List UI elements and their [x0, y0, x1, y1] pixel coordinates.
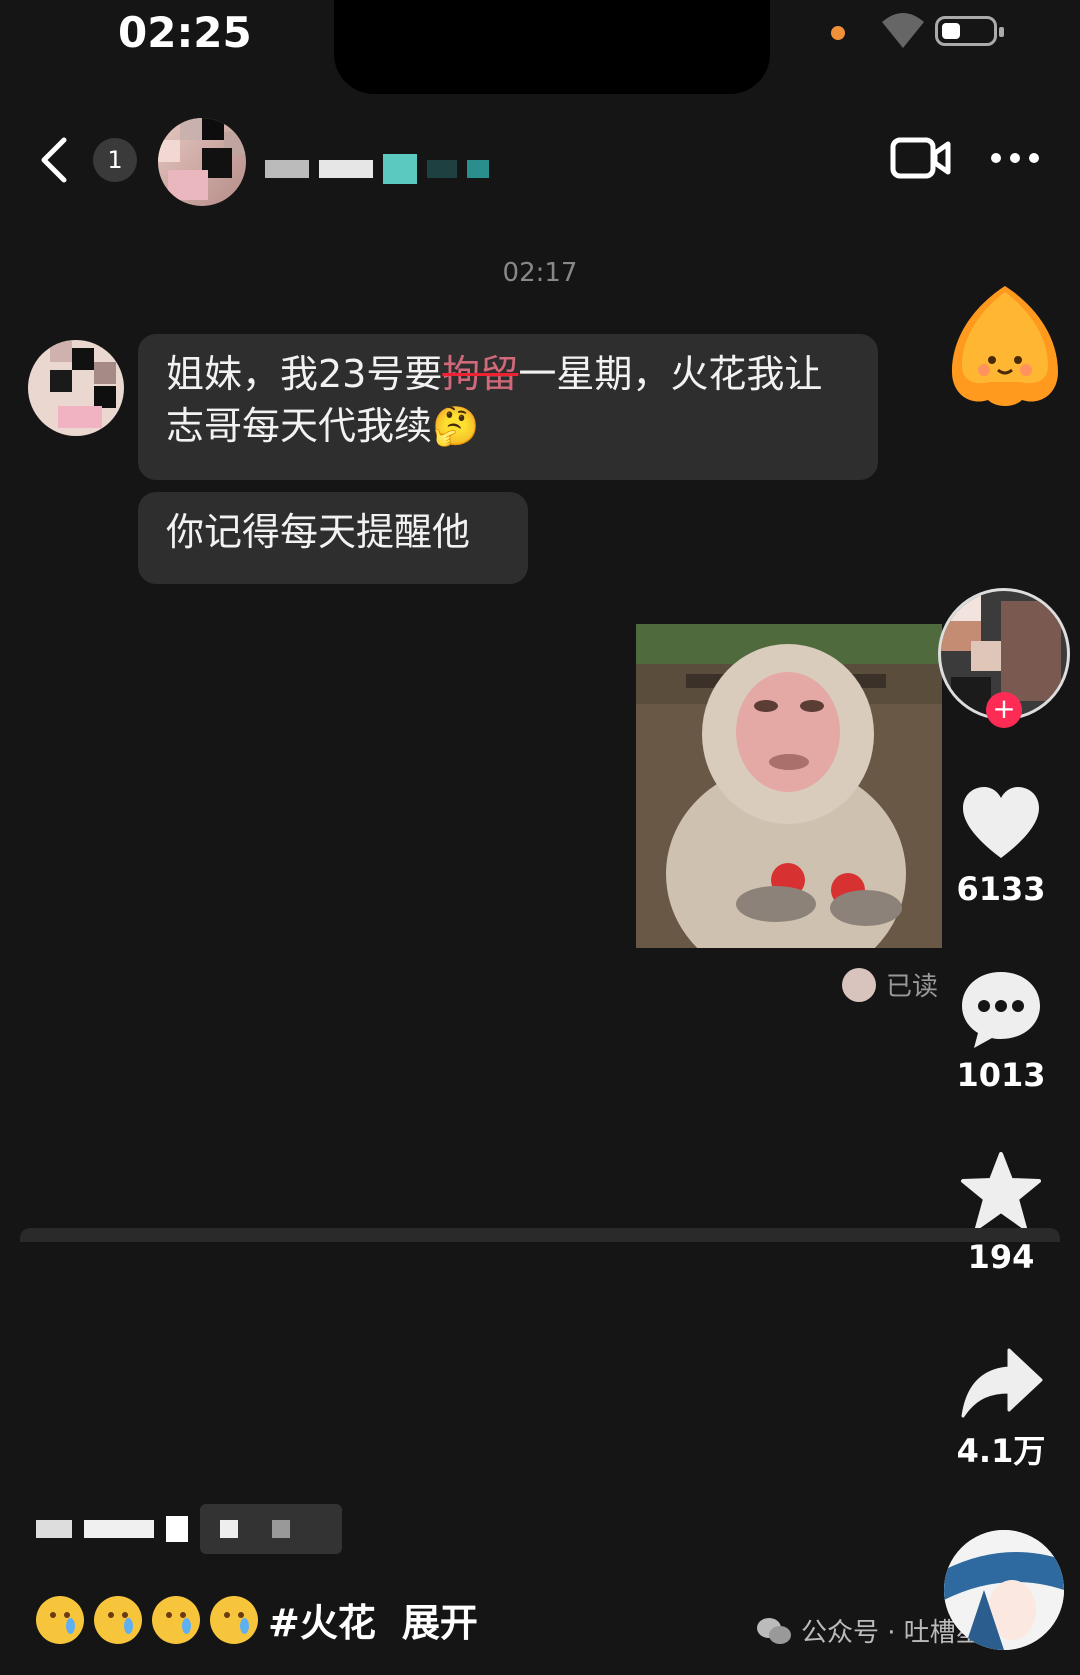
card-edge-divider — [20, 1228, 1060, 1242]
crying-emoji-icon — [152, 1595, 200, 1644]
reader-avatar — [842, 967, 876, 1002]
back-arrow-icon[interactable] — [36, 130, 72, 190]
monkey-meme-image[interactable] — [636, 624, 942, 948]
mascot-sticker-icon — [940, 282, 1070, 412]
privacy-indicator-dot — [831, 26, 845, 40]
share-action[interactable]: 4.1万 — [935, 1346, 1067, 1472]
crying-emoji-icon — [94, 1595, 142, 1644]
author-name-pixelated[interactable] — [36, 1504, 342, 1554]
heart-icon — [963, 787, 1039, 858]
like-action[interactable]: 6133 — [935, 782, 1067, 908]
comment-icon — [962, 972, 1040, 1048]
favorite-action[interactable]: 194 — [935, 1150, 1067, 1276]
message-bubble[interactable]: 你记得每天提醒他 — [138, 492, 528, 584]
wechat-icon — [757, 1617, 791, 1644]
hashtag-link[interactable]: #火花 — [268, 1592, 376, 1647]
favorite-count: 194 — [967, 1238, 1035, 1276]
comment-action[interactable]: 1013 — [935, 966, 1067, 1094]
struck-text: 拘留 — [442, 352, 519, 396]
message-text: 你记得每天提醒他 — [166, 510, 471, 554]
unread-badge: 1 — [93, 138, 137, 182]
sender-avatar[interactable] — [28, 340, 124, 436]
message-text: 姐妹，我23号要 — [166, 352, 443, 396]
contact-name-pixelated — [265, 152, 489, 186]
like-count: 6133 — [956, 870, 1046, 908]
crying-emoji-icon — [210, 1595, 258, 1644]
follow-plus-button[interactable]: + — [986, 692, 1022, 728]
share-count: 4.1万 — [956, 1432, 1046, 1470]
status-time: 02:25 — [118, 8, 252, 57]
video-call-icon[interactable] — [890, 135, 952, 181]
battery-icon — [935, 16, 1004, 46]
contact-avatar[interactable] — [158, 118, 246, 206]
read-receipt-label: 已读 — [886, 972, 939, 1002]
crying-emoji-icon — [36, 1595, 84, 1644]
video-caption[interactable]: #火花 展开 — [36, 1592, 478, 1647]
author-tag-pixelated — [200, 1504, 342, 1554]
message-bubble[interactable]: 姐妹，我23号要拘留一星期，火花我让志哥每天代我续🤔 — [138, 334, 878, 480]
more-options-icon[interactable] — [990, 150, 1040, 166]
watermark-avatar — [944, 1530, 1064, 1650]
camera-notch — [334, 0, 770, 94]
read-receipt: 已读 — [842, 966, 938, 1003]
comment-count: 1013 — [956, 1056, 1046, 1094]
share-arrow-icon — [961, 1348, 1043, 1418]
star-icon — [961, 1152, 1041, 1230]
wifi-icon — [880, 10, 926, 54]
chat-timestamp: 02:17 — [502, 258, 578, 288]
expand-button[interactable]: 展开 — [402, 1592, 478, 1647]
